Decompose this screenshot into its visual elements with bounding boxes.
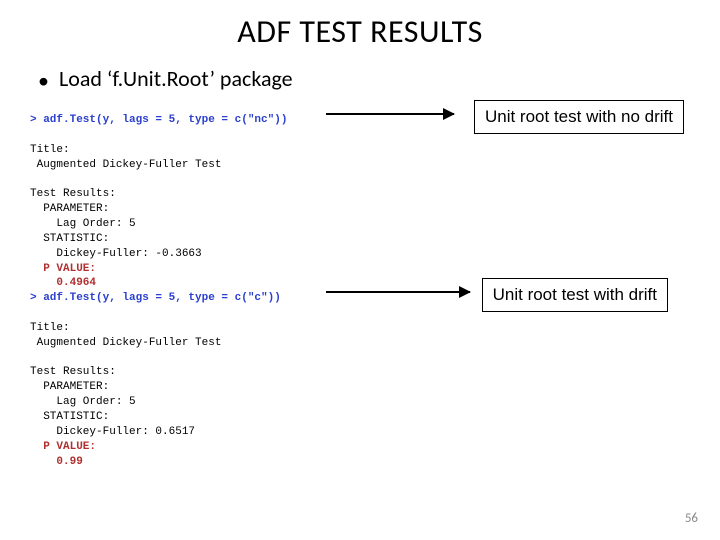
out-line: STATISTIC: bbox=[30, 411, 109, 423]
out-line: Lag Order: 5 bbox=[30, 396, 136, 408]
out-line: Title: bbox=[30, 322, 70, 334]
out-line: STATISTIC: bbox=[30, 233, 109, 245]
pvalue-label: P VALUE: bbox=[30, 263, 96, 275]
bullet-item: • Load ‘f.Unit.Root’ package bbox=[38, 65, 720, 94]
out-line: PARAMETER: bbox=[30, 381, 109, 393]
pvalue-value: 0.99 bbox=[30, 456, 83, 468]
bullet-dot-icon: • bbox=[38, 67, 49, 94]
out-line: Test Results: bbox=[30, 366, 116, 378]
out-line: Dickey-Fuller: 0.6517 bbox=[30, 426, 195, 438]
pvalue-label: P VALUE: bbox=[30, 441, 96, 453]
out-line: Augmented Dickey-Fuller Test bbox=[30, 337, 221, 349]
command-line-1: > adf.Test(y, lags = 5, type = c("nc")) bbox=[30, 114, 287, 126]
slide-title: ADF TEST RESULTS bbox=[0, 0, 720, 51]
arrow-icon bbox=[326, 113, 454, 115]
out-line: Augmented Dickey-Fuller Test bbox=[30, 159, 221, 171]
page-number: 56 bbox=[685, 511, 698, 526]
pvalue-value: 0.4964 bbox=[30, 277, 96, 289]
out-line: Test Results: bbox=[30, 188, 116, 200]
annotation-box-with-drift: Unit root test with drift bbox=[482, 278, 668, 312]
out-line: PARAMETER: bbox=[30, 203, 109, 215]
arrow-icon bbox=[326, 291, 470, 293]
out-line: Title: bbox=[30, 144, 70, 156]
command-line-2: > adf.Test(y, lags = 5, type = c("c")) bbox=[30, 292, 281, 304]
out-line: Lag Order: 5 bbox=[30, 218, 136, 230]
out-line: Dickey-Fuller: -0.3663 bbox=[30, 248, 202, 260]
annotation-box-no-drift: Unit root test with no drift bbox=[474, 100, 684, 134]
bullet-text: Load ‘f.Unit.Root’ package bbox=[59, 65, 293, 92]
